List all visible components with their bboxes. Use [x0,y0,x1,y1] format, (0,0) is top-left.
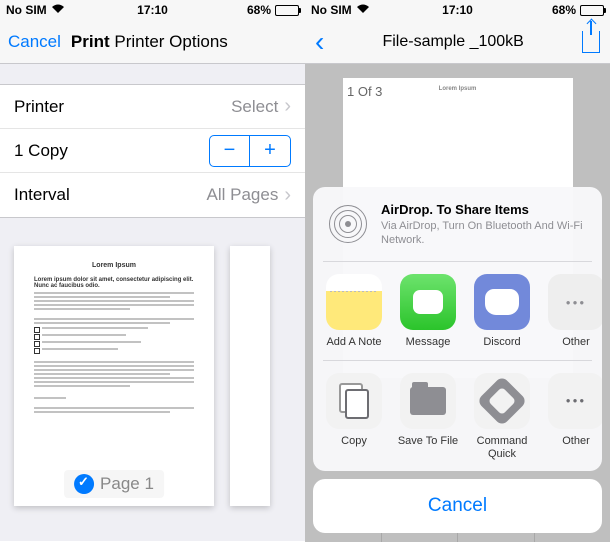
navbar: ‹ File-sample _100kB [305,20,610,64]
interval-value: All Pages [207,185,279,205]
carrier-label: No SIM [6,3,47,17]
airdrop-icon [329,201,367,247]
preview-page-2[interactable] [230,246,270,506]
wifi-icon [51,3,65,17]
nav-subtitle: Printer Options [114,32,227,51]
more-icon: ●●● [548,274,602,330]
share-screen: No SIM 17:10 68% ‹ File-sample _100kB 1 … [305,0,610,541]
action-save-to-file[interactable]: Save To File [391,373,465,461]
app-message[interactable]: Message [391,274,465,349]
copies-stepper[interactable]: − + [209,135,291,167]
status-time: 17:10 [442,3,473,17]
preview-page-1[interactable]: Lorem Ipsum Lorem ipsum dolor sit amet, … [14,246,214,506]
cancel-button[interactable]: Cancel [313,479,602,533]
copy-icon [326,373,382,429]
battery-icon [580,5,604,16]
battery-percent: 68% [552,3,576,17]
notes-icon [326,274,382,330]
cancel-button[interactable]: Cancel [8,32,61,52]
airdrop-title: AirDrop. To Share Items [381,202,586,217]
page-badge: Page 1 [64,470,164,498]
share-actions-row[interactable]: Copy Save To File Command Quick ●●● Othe… [313,361,602,471]
app-discord[interactable]: Discord [465,274,539,349]
navbar: Cancel Print Printer Options [0,20,305,64]
copies-row: 1 Copy − + [0,129,305,173]
message-icon [400,274,456,330]
battery-icon [275,5,299,16]
share-sheet: AirDrop. To Share Items Via AirDrop, Tur… [313,187,602,533]
discord-icon [474,274,530,330]
chevron-right-icon: › [284,95,291,118]
share-apps-row[interactable]: Add A Note Message Discord ●●● Other [313,262,602,359]
doc-title: Lorem Ipsum [34,262,194,269]
folder-icon [400,373,456,429]
carrier-label: No SIM [311,3,352,17]
back-button[interactable]: ‹ [315,28,324,56]
app-other[interactable]: ●●● Other [539,274,602,349]
airdrop-section[interactable]: AirDrop. To Share Items Via AirDrop, Tur… [313,187,602,261]
share-icon[interactable] [582,31,600,53]
chevron-right-icon: › [284,184,291,207]
wifi-icon [356,3,370,17]
printer-label: Printer [14,97,231,117]
nav-title: File-sample _100kB [324,33,582,51]
printer-row[interactable]: Printer Select › [0,85,305,129]
print-preview: Lorem Ipsum Lorem ipsum dolor sit amet, … [0,218,305,534]
printer-value: Select [231,97,278,117]
app-notes[interactable]: Add A Note [317,274,391,349]
interval-row[interactable]: Interval All Pages › [0,173,305,217]
status-bar: No SIM 17:10 68% [305,0,610,20]
shortcut-icon [474,373,530,429]
print-options-screen: No SIM 17:10 68% Cancel Print Printer Op… [0,0,305,541]
doc-heading: Lorem ipsum dolor sit amet, consectetur … [34,277,194,289]
status-bar: No SIM 17:10 68% [0,0,305,20]
action-command-quick[interactable]: Command Quick [465,373,539,461]
action-other[interactable]: ●●● Other [539,373,602,461]
page-number: Page 1 [100,474,154,494]
battery-percent: 68% [247,3,271,17]
status-time: 17:10 [137,3,168,17]
doc-title: Lorem Ipsum [351,86,565,92]
page-indicator: 1 Of 3 [347,84,382,99]
print-settings: Printer Select › 1 Copy − + Interval All… [0,84,305,218]
nav-title: Print [71,32,110,51]
airdrop-desc: Via AirDrop, Turn On Bluetooth And Wi-Fi… [381,219,586,248]
copies-label: 1 Copy [14,141,209,161]
more-icon: ●●● [548,373,602,429]
interval-label: Interval [14,185,207,205]
check-icon [74,474,94,494]
stepper-plus[interactable]: + [250,136,290,166]
stepper-minus[interactable]: − [210,136,250,166]
action-copy[interactable]: Copy [317,373,391,461]
